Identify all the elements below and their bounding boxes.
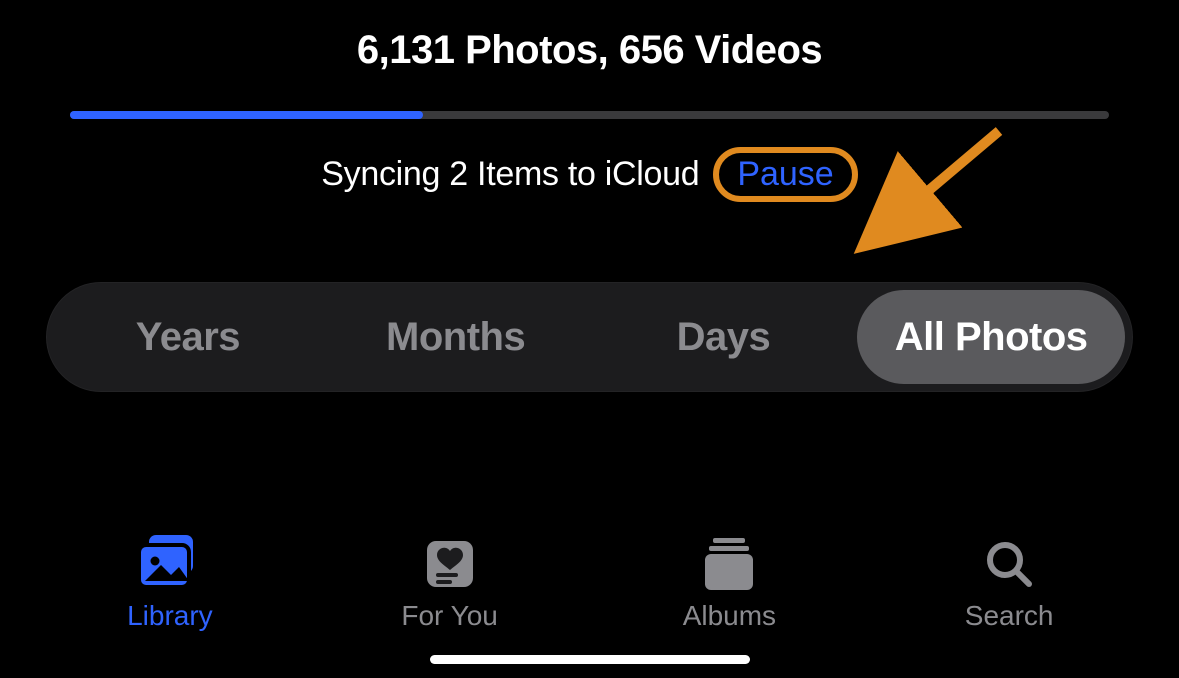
icloud-sync-area: Syncing 2 Items to iCloud Pause — [70, 111, 1109, 202]
search-icon — [983, 538, 1035, 590]
tab-label: For You — [401, 600, 498, 632]
tab-albums[interactable]: Albums — [590, 538, 870, 632]
segment-months[interactable]: Months — [322, 290, 590, 384]
tab-label: Search — [965, 600, 1054, 632]
segment-days[interactable]: Days — [590, 290, 858, 384]
library-icon — [135, 535, 205, 590]
segment-all-photos[interactable]: All Photos — [857, 290, 1125, 384]
albums-icon — [699, 538, 759, 590]
sync-progress-track — [70, 111, 1109, 119]
segment-years[interactable]: Years — [54, 290, 322, 384]
media-counts: 6,131 Photos, 656 Videos — [0, 28, 1179, 73]
tab-label: Library — [127, 600, 213, 632]
sync-status-text: Syncing 2 Items to iCloud — [321, 155, 699, 194]
view-scope-segmented-control: Years Months Days All Photos — [46, 282, 1133, 392]
tab-search[interactable]: Search — [869, 538, 1149, 632]
tab-label: Albums — [683, 600, 776, 632]
bottom-tab-bar: Library For You Albums — [0, 535, 1179, 632]
pause-sync-button[interactable]: Pause — [737, 155, 833, 194]
sync-progress-fill — [70, 111, 423, 119]
foryou-icon — [424, 538, 476, 590]
tab-library[interactable]: Library — [30, 535, 310, 632]
home-indicator[interactable] — [430, 655, 750, 664]
photos-app-screen: 6,131 Photos, 656 Videos Syncing 2 Items… — [0, 0, 1179, 678]
annotation-highlight-box: Pause — [713, 147, 857, 202]
tab-for-you[interactable]: For You — [310, 538, 590, 632]
